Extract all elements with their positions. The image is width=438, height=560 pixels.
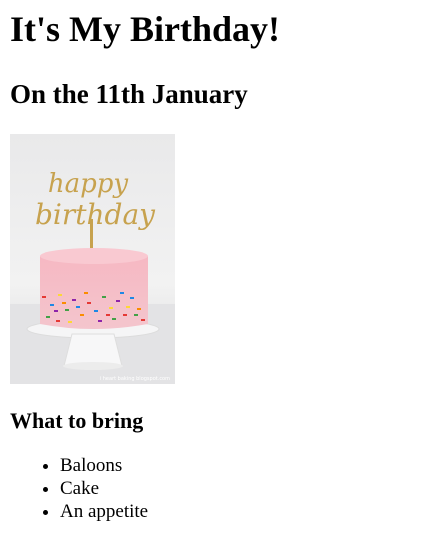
bring-heading: What to bring bbox=[10, 408, 144, 433]
date-heading: On the 11th January bbox=[10, 79, 248, 109]
page-content: It's My Birthday! On the 11th January ha… bbox=[0, 8, 438, 523]
list-item: Baloons bbox=[60, 454, 428, 477]
page-title: It's My Birthday! bbox=[10, 9, 280, 49]
birthday-cake-image: happy birthday i heart baking blogspot.c… bbox=[10, 134, 175, 384]
image-watermark: i heart baking blogspot.com bbox=[100, 376, 170, 382]
bring-list: Baloons Cake An appetite bbox=[10, 454, 428, 523]
list-item: Cake bbox=[60, 477, 428, 500]
topper-text-birthday: birthday bbox=[35, 198, 156, 231]
topper-text-happy: happy bbox=[48, 169, 129, 199]
list-item: An appetite bbox=[60, 500, 428, 523]
